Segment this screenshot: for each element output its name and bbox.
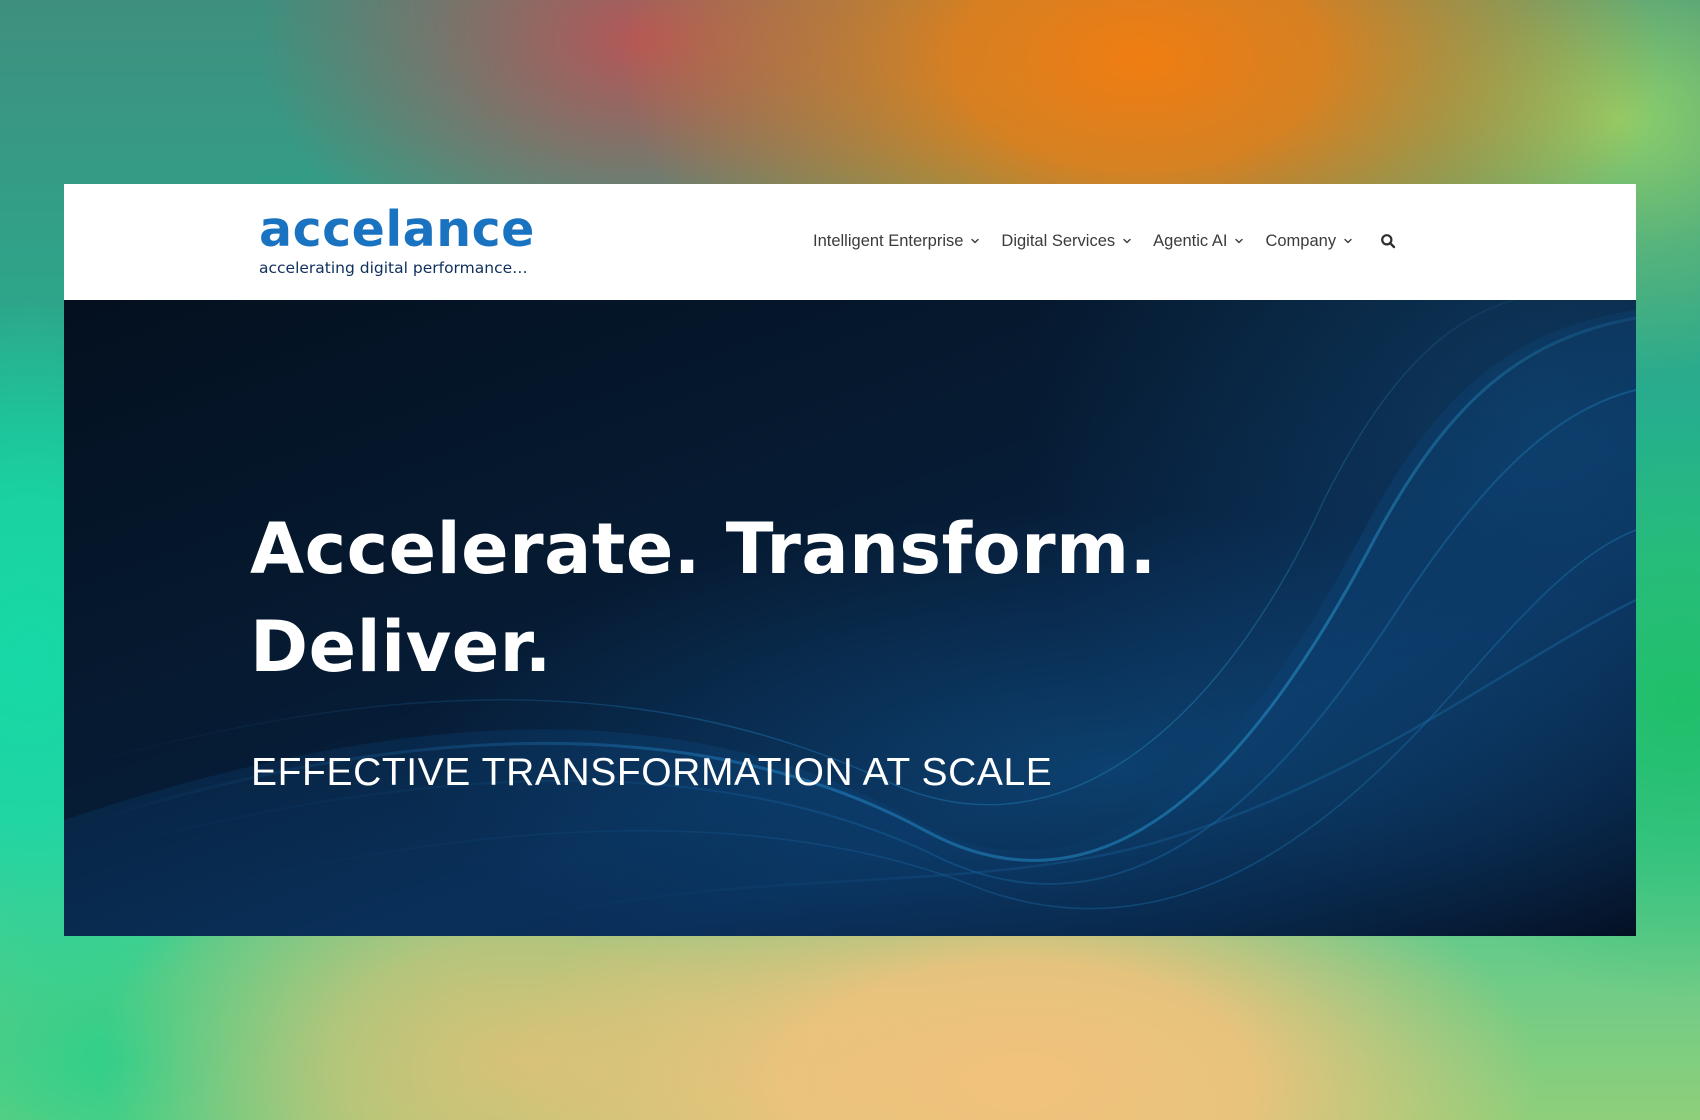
nav-item-intelligent-enterprise[interactable]: Intelligent Enterprise — [813, 224, 981, 258]
site-logo[interactable]: accelance accelerating digital performan… — [259, 204, 539, 284]
logo-wordmark: accelance — [259, 201, 535, 258]
hero-subtitle: EFFECTIVE TRANSFORMATION AT SCALE — [251, 751, 1053, 794]
chevron-down-icon — [1235, 238, 1244, 244]
site-header: accelance accelerating digital performan… — [64, 184, 1636, 300]
search-button[interactable] — [1376, 224, 1400, 258]
nav-item-label: Company — [1265, 231, 1337, 250]
hero-title-line-1: Accelerate. Transform. — [250, 508, 1157, 590]
nav-item-label: Digital Services — [1001, 231, 1116, 250]
logo-tagline: accelerating digital performance… — [259, 259, 528, 277]
browser-page: accelance accelerating digital performan… — [64, 184, 1636, 936]
hero-banner: Accelerate. Transform. Deliver. EFFECTIV… — [64, 300, 1636, 936]
nav-item-label: Intelligent Enterprise — [813, 231, 964, 250]
hero-title: Accelerate. Transform. Deliver. — [250, 500, 1250, 696]
nav-item-label: Agentic AI — [1153, 231, 1228, 250]
chevron-down-icon — [971, 238, 980, 244]
nav-item-agentic-ai[interactable]: Agentic AI — [1153, 224, 1245, 258]
nav-item-digital-services[interactable]: Digital Services — [1001, 224, 1133, 258]
nav-item-company[interactable]: Company — [1265, 224, 1354, 258]
main-navigation: Intelligent Enterprise Digital Services … — [813, 224, 1400, 258]
search-icon — [1381, 234, 1396, 249]
chevron-down-icon — [1123, 238, 1131, 244]
chevron-down-icon — [1344, 238, 1352, 244]
hero-title-line-2: Deliver. — [250, 606, 552, 688]
